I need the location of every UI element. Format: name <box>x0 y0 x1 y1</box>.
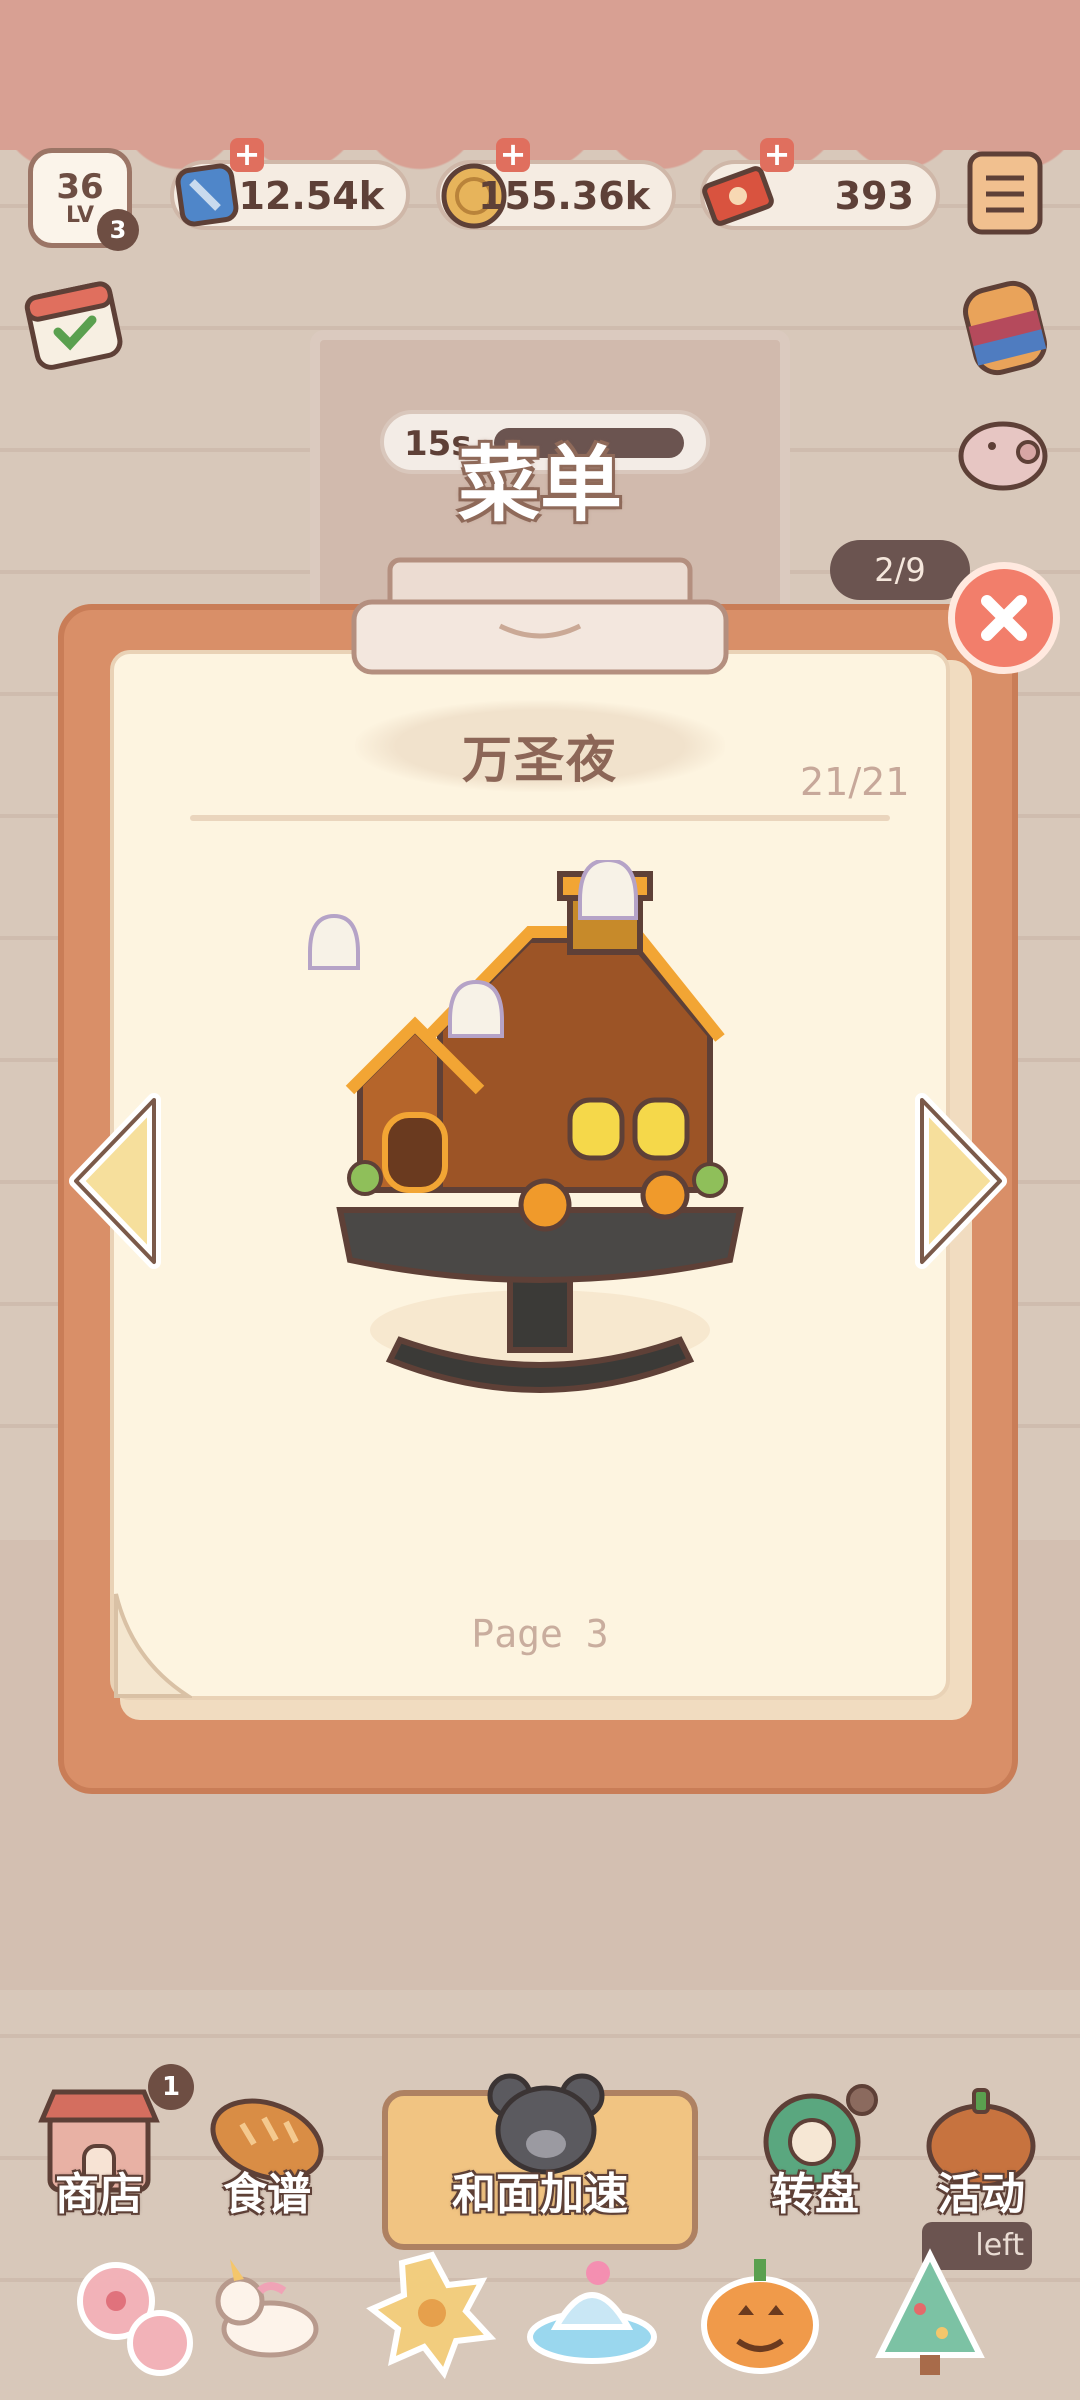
level-number: 36 <box>56 167 104 207</box>
notebook-icon[interactable] <box>960 148 1050 238</box>
tickets-plus-icon[interactable]: + <box>760 138 794 172</box>
wheel-label: 转盘 <box>771 2169 859 2220</box>
gems-counter[interactable]: + 12.54k <box>170 138 410 230</box>
level-badge: 3 <box>97 209 139 251</box>
shop-notification-badge: 1 <box>148 2064 194 2110</box>
halloween-gingerbread-house-icon <box>308 860 744 1393</box>
wheel-button[interactable]: 转盘 <box>740 2080 890 2240</box>
page-label: Page 3 <box>471 1612 609 1656</box>
divider <box>190 815 890 821</box>
room-counter: 2/9 <box>830 540 970 600</box>
close-button[interactable] <box>948 562 1060 674</box>
event-label: 活动 <box>937 2169 1025 2220</box>
coins-value: 155.36k <box>478 174 650 218</box>
christmas-tree-icon[interactable] <box>860 2245 1000 2385</box>
menu-title: 菜单 <box>457 438 622 533</box>
tickets-value: 393 <box>834 174 914 218</box>
jar-icon[interactable] <box>950 270 1060 380</box>
speedup-button[interactable]: 和面加速 <box>382 2073 698 2250</box>
player-level[interactable]: 36 LV 3 <box>28 148 139 251</box>
coins-counter[interactable]: + 155.36k <box>436 138 676 230</box>
coins-plus-icon[interactable]: + <box>496 138 530 172</box>
recipes-label: 食谱 <box>223 2169 311 2220</box>
shop-button[interactable]: 1 商店 <box>24 2064 194 2240</box>
gems-plus-icon[interactable]: + <box>230 138 264 172</box>
recipes-button[interactable]: 食谱 <box>192 2080 342 2240</box>
recipe-count: 21/21 <box>800 760 910 804</box>
speedup-label: 和面加速 <box>452 2169 628 2220</box>
calendar-icon[interactable] <box>24 272 124 372</box>
sakura-icon[interactable] <box>60 2245 200 2385</box>
event-button[interactable]: 活动 <box>906 2080 1056 2240</box>
cookie-icon[interactable] <box>362 2245 502 2385</box>
category-title: 万圣夜 <box>462 731 618 789</box>
clipboard-clip <box>351 557 729 675</box>
tickets-counter[interactable]: + 393 <box>700 138 940 230</box>
gems-value: 12.54k <box>238 174 384 218</box>
prev-page-arrow-icon[interactable] <box>66 1092 162 1270</box>
pumpkin-icon[interactable] <box>690 2245 830 2385</box>
unicorn-icon[interactable] <box>200 2245 340 2385</box>
next-page-arrow-icon[interactable] <box>914 1092 1010 1270</box>
ufo-icon[interactable] <box>522 2245 662 2385</box>
shop-label: 商店 <box>55 2169 143 2220</box>
